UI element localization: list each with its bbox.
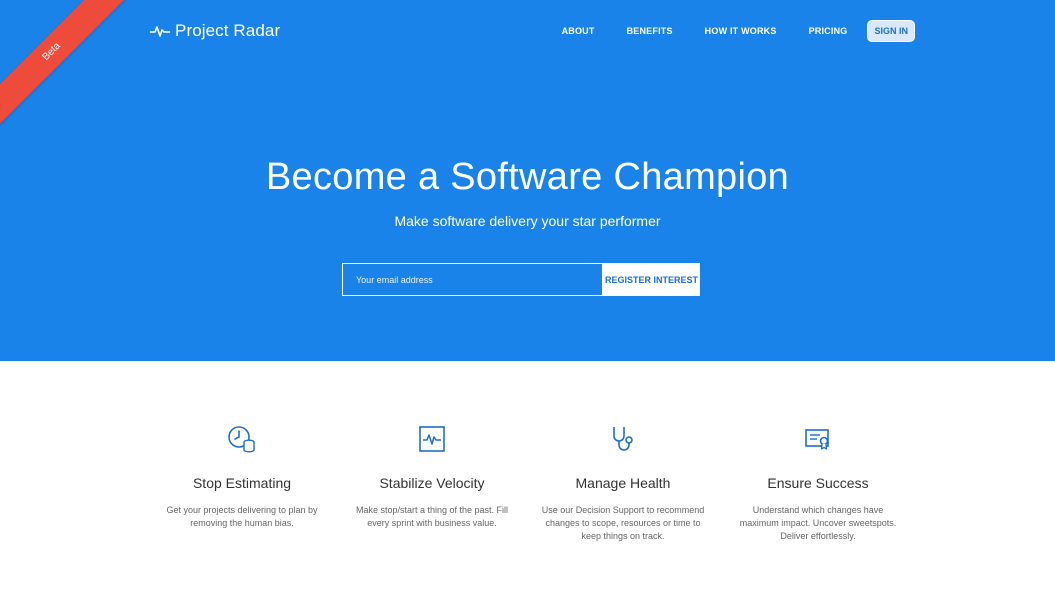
brand-logo[interactable]: Project Radar	[150, 20, 280, 42]
feature-title: Manage Health	[575, 475, 671, 491]
feature-description: Understand which changes have maximum im…	[739, 505, 897, 541]
nav-about[interactable]: ABOUT	[562, 26, 595, 36]
stethoscope-icon	[613, 427, 633, 451]
register-interest-button[interactable]: REGISTER INTEREST	[603, 263, 700, 296]
hero-subtitle: Make software delivery your star perform…	[394, 213, 661, 229]
nav-pricing[interactable]: PRICING	[809, 26, 848, 36]
certificate-icon	[805, 429, 829, 450]
email-input[interactable]	[342, 263, 603, 296]
velocity-chart-icon	[419, 426, 445, 452]
feature-description: Use our Decision Support to recommend ch…	[541, 505, 705, 541]
feature-title: Ensure Success	[767, 475, 869, 491]
clock-coins-icon	[228, 426, 255, 453]
beta-ribbon: Beta	[0, 0, 133, 133]
nav-benefits[interactable]: BENEFITS	[627, 26, 673, 36]
nav-how-it-works[interactable]: HOW IT WORKS	[705, 26, 777, 36]
hero-section: Beta Project Radar ABOUT BENEFITS HOW IT…	[0, 0, 1055, 361]
feature-title: Stop Estimating	[192, 475, 292, 491]
feature-title: Stabilize Velocity	[379, 475, 485, 491]
pulse-icon	[150, 26, 170, 37]
hero-title: Become a Software Champion	[265, 156, 790, 198]
signup-form: REGISTER INTEREST	[342, 263, 700, 296]
features-section: Stop Estimating Get your projects delive…	[0, 361, 1055, 600]
brand-name: Project Radar	[175, 21, 281, 40]
feature-description: Get your projects delivering to plan by …	[166, 505, 318, 528]
top-nav: ABOUT BENEFITS HOW IT WORKS PRICING SIGN…	[530, 20, 915, 42]
feature-description: Make stop/start a thing of the past. Fil…	[355, 505, 509, 528]
sign-in-button[interactable]: SIGN IN	[867, 20, 915, 42]
